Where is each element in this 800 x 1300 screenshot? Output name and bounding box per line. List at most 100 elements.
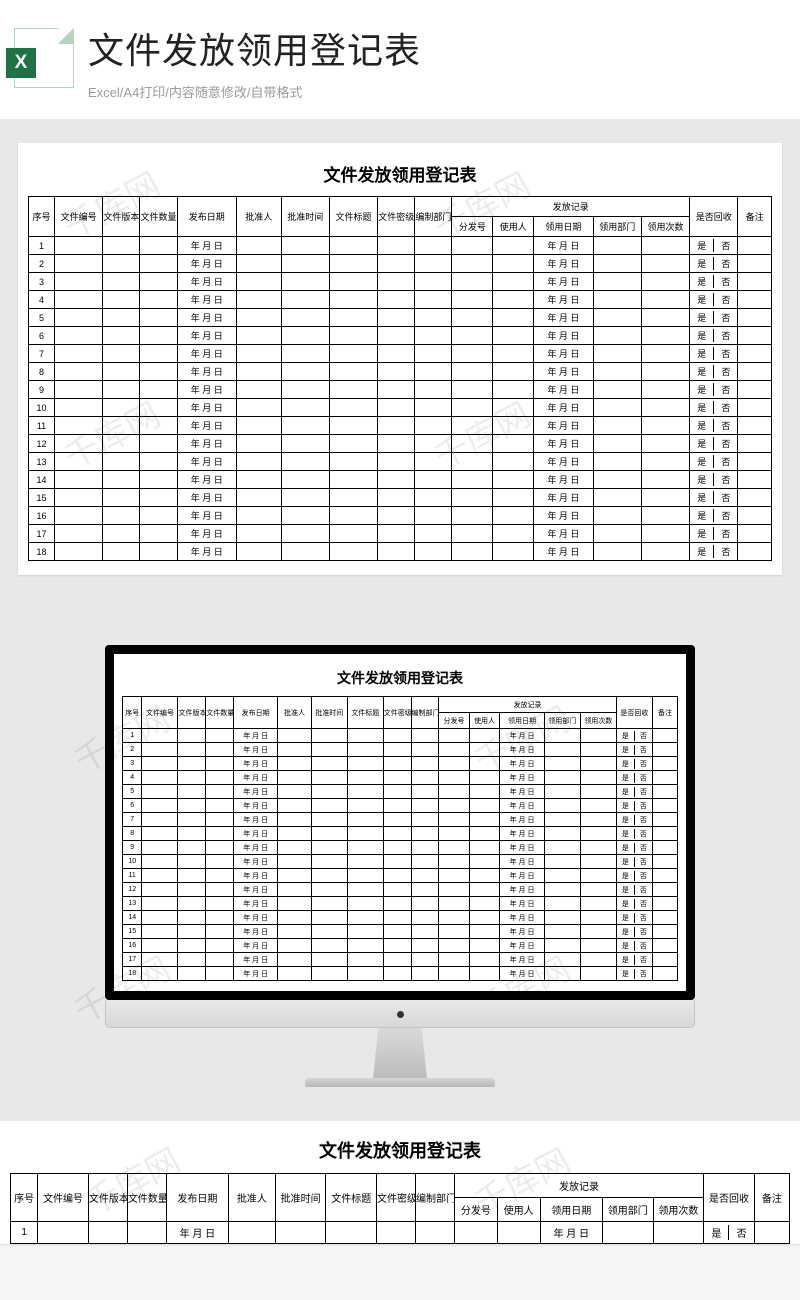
- cell-receive-date: 年 月 日: [534, 471, 593, 489]
- cell-seq: 4: [29, 291, 55, 309]
- cell-seq: 11: [123, 869, 142, 883]
- col-dept: 编制部门: [411, 697, 439, 729]
- cell-recycled: 是否: [616, 771, 652, 785]
- cell-seq: 17: [29, 525, 55, 543]
- cell-recycled: 是否: [616, 785, 652, 799]
- col-qty: 文件数量: [206, 697, 234, 729]
- cell-seq: 4: [123, 771, 142, 785]
- cell-recycled: 是否: [690, 507, 738, 525]
- cell-receive-date: 年 月 日: [534, 363, 593, 381]
- table-title: 文件发放领用登记表: [10, 1131, 790, 1173]
- cell-recycled: 是否: [690, 291, 738, 309]
- cell-recycled: 是否: [616, 813, 652, 827]
- cell-receive-date: 年 月 日: [534, 507, 593, 525]
- col-version: 文件版本: [103, 197, 140, 237]
- cell-recycled: 是否: [616, 841, 652, 855]
- table-row: 8年 月 日年 月 日是否: [29, 363, 772, 381]
- table-row: 4年 月 日年 月 日是否: [123, 771, 678, 785]
- cell-receive-date: 年 月 日: [534, 327, 593, 345]
- cell-seq: 13: [123, 897, 142, 911]
- cell-issue-date: 年 月 日: [233, 785, 277, 799]
- table-title: 文件发放领用登记表: [122, 664, 678, 696]
- preview-partial: 千库网 千库网 文件发放领用登记表 序号文件编号文件版本文件数量发布日期批准人批…: [0, 1115, 800, 1244]
- cell-seq: 13: [29, 453, 55, 471]
- cell-receive-date: 年 月 日: [500, 883, 544, 897]
- cell-seq: 7: [123, 813, 142, 827]
- cell-receive-date: 年 月 日: [500, 939, 544, 953]
- table-row: 14年 月 日年 月 日是否: [29, 471, 772, 489]
- col-user: 使用人: [497, 1198, 540, 1222]
- cell-receive-date: 年 月 日: [534, 399, 593, 417]
- table-title: 文件发放领用登记表: [28, 155, 772, 196]
- table-row: 12 年 月 日 年 月 日 是否: [29, 435, 772, 453]
- table-row: 7年 月 日年 月 日是否: [29, 345, 772, 363]
- cell-seq: 12: [123, 883, 142, 897]
- cell-seq: 16: [29, 507, 55, 525]
- cell-issue-date: 年 月 日: [177, 345, 236, 363]
- cell-seq: 12: [29, 435, 55, 453]
- cell-recycled: 是否: [690, 345, 738, 363]
- col-dist-no: 分发号: [439, 713, 470, 729]
- table-row: 16年 月 日年 月 日是否: [123, 939, 678, 953]
- cell-seq: 5: [29, 309, 55, 327]
- cell-seq: 1: [29, 237, 55, 255]
- cell-receive-date: 年 月 日: [500, 841, 544, 855]
- col-recycled: 是否回收: [704, 1174, 755, 1222]
- cell-recycled: 是否: [616, 897, 652, 911]
- col-receive-dept: 领用部门: [544, 713, 580, 729]
- cell-recycled: 是否: [616, 939, 652, 953]
- col-version: 文件版本: [88, 1174, 127, 1222]
- cell-issue-date: 年 月 日: [177, 453, 236, 471]
- col-receive-times: 领用次数: [580, 713, 616, 729]
- cell-recycled: 是否: [616, 953, 652, 967]
- cell-recycled: 是否: [616, 883, 652, 897]
- col-distribution-group: 发放记录: [452, 197, 690, 217]
- table-row: 3年 月 日年 月 日是否: [123, 757, 678, 771]
- registration-table: 序号文件编号文件版本文件数量发布日期批准人批准时间文件标题文件密级编制部门发放记…: [122, 696, 678, 981]
- col-remark: 备注: [754, 1174, 789, 1222]
- cell-receive-date: 年 月 日: [534, 435, 593, 453]
- table-row: 1年 月 日年 月 日是否: [11, 1222, 790, 1244]
- col-approver: 批准人: [237, 197, 282, 237]
- col-receive-times: 领用次数: [653, 1198, 704, 1222]
- cell-recycled: 是否: [690, 435, 738, 453]
- cell-recycled: 是否: [690, 273, 738, 291]
- cell-seq: 8: [29, 363, 55, 381]
- cell-issue-date: 年 月 日: [177, 525, 236, 543]
- cell-receive-date: 年 月 日: [500, 757, 544, 771]
- monitor-stand: [358, 1028, 442, 1078]
- cell-receive-date: 年 月 日: [534, 309, 593, 327]
- col-doc-no: 文件编号: [142, 697, 178, 729]
- cell-recycled: 是否: [616, 799, 652, 813]
- table-row: 13年 月 日年 月 日是否: [29, 453, 772, 471]
- cell-issue-date: 年 月 日: [233, 757, 277, 771]
- col-dept: 编制部门: [415, 1174, 454, 1222]
- cell-seq: 3: [123, 757, 142, 771]
- cell-receive-date: 年 月 日: [500, 897, 544, 911]
- cell-recycled: 是否: [616, 743, 652, 757]
- cell-issue-date: 年 月 日: [177, 273, 236, 291]
- cell-issue-date: 年 月 日: [177, 417, 236, 435]
- cell-receive-date: 年 月 日: [534, 255, 593, 273]
- cell-issue-date: 年 月 日: [233, 925, 277, 939]
- cell-recycled: 是否: [690, 417, 738, 435]
- table-row: 1年 月 日年 月 日是否: [29, 237, 772, 255]
- cell-recycled: 是否: [690, 363, 738, 381]
- col-seq: 序号: [11, 1174, 38, 1222]
- cell-receive-date: 年 月 日: [500, 729, 544, 743]
- cell-issue-date: 年 月 日: [233, 911, 277, 925]
- col-dist-no: 分发号: [454, 1198, 497, 1222]
- preview-monitor: 千库网 千库网 千库网 千库网 文件发放领用登记表 序号文件编号文件版本文件数量…: [0, 593, 800, 1115]
- col-remark: 备注: [738, 197, 772, 237]
- cell-receive-date: 年 月 日: [500, 799, 544, 813]
- cell-issue-date: 年 月 日: [177, 435, 236, 453]
- col-distribution-group: 发放记录: [454, 1174, 703, 1198]
- cell-seq: 5: [123, 785, 142, 799]
- cell-seq: 9: [29, 381, 55, 399]
- cell-recycled: 是否: [690, 327, 738, 345]
- cell-issue-date: 年 月 日: [177, 399, 236, 417]
- col-distribution-group: 发放记录: [439, 697, 617, 713]
- table-row: 6年 月 日年 月 日是否: [29, 327, 772, 345]
- cell-receive-date: 年 月 日: [500, 925, 544, 939]
- cell-receive-date: 年 月 日: [534, 291, 593, 309]
